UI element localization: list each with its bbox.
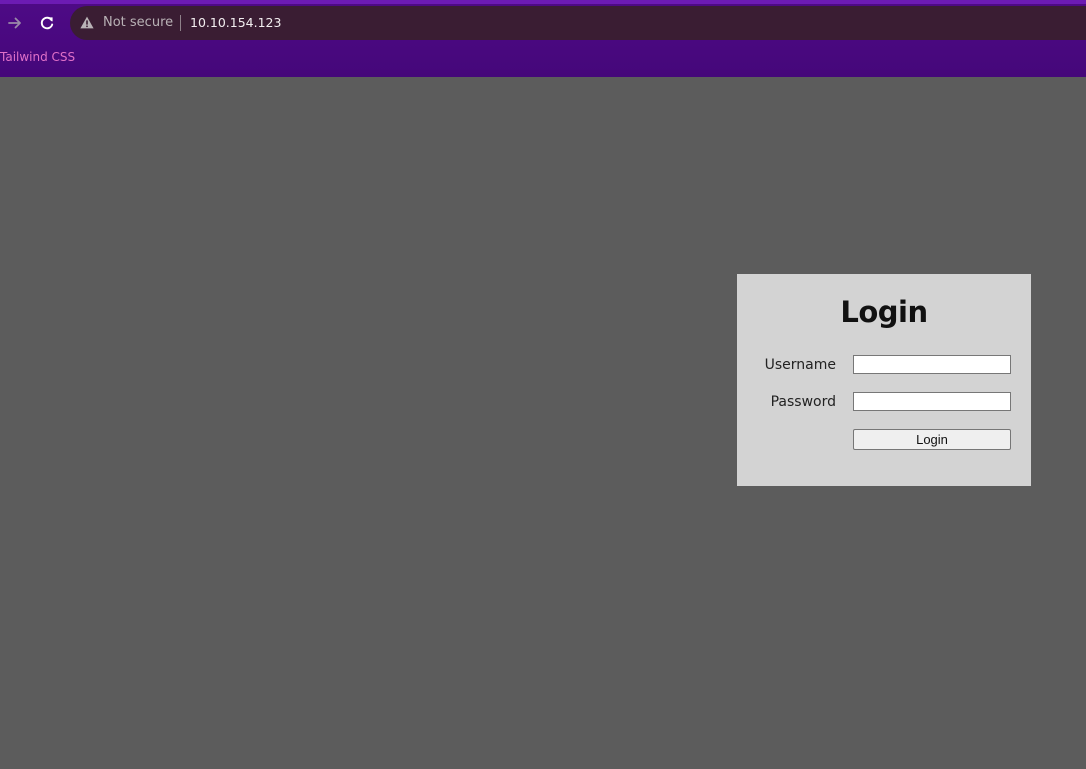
reload-icon [40,16,54,30]
warning-triangle-icon [80,16,94,29]
bookmark-tailwind-css[interactable]: Tailwind CSS [0,49,75,65]
password-input[interactable] [853,392,1011,411]
address-separator [180,15,181,31]
browser-chrome: Not secure 10.10.154.123 Tailwind CSS [0,0,1086,77]
reload-button[interactable] [34,10,60,36]
password-label: Password [770,394,836,410]
bookmarks-bar: Tailwind CSS [0,46,1086,68]
security-status[interactable]: Not secure [103,14,173,32]
address-bar[interactable]: Not secure 10.10.154.123 [70,6,1086,40]
url-text[interactable]: 10.10.154.123 [190,14,281,32]
login-button[interactable]: Login [853,429,1011,450]
forward-button[interactable] [2,10,28,36]
username-label: Username [764,357,836,373]
username-input[interactable] [853,355,1011,374]
arrow-right-icon [8,17,21,29]
login-title: Login [840,295,928,329]
login-panel: Login Username Password Login [737,274,1031,486]
chrome-top-accent [0,0,1086,4]
